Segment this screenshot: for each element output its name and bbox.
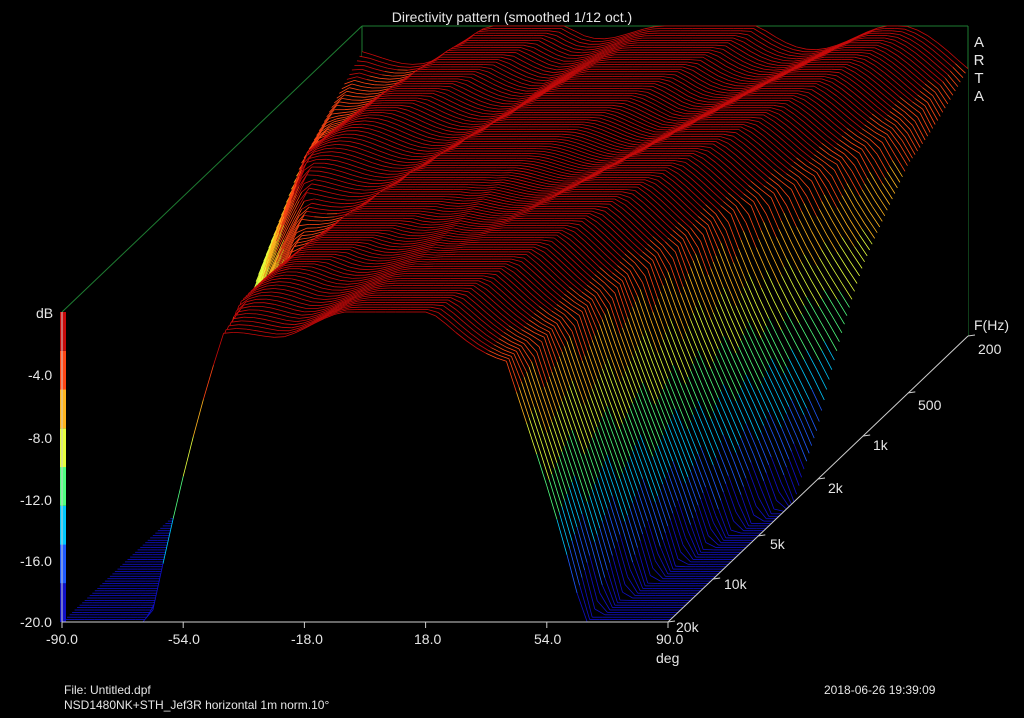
surface-segment xyxy=(447,49,459,51)
surface-segment xyxy=(531,198,542,200)
surface-segment xyxy=(369,104,380,107)
surface-segment xyxy=(407,161,418,163)
surface-segment xyxy=(458,128,469,131)
surface-segment xyxy=(533,150,545,152)
surface-segment xyxy=(493,121,504,123)
surface-segment xyxy=(897,25,908,27)
surface-segment xyxy=(306,174,317,176)
surface-segment xyxy=(331,206,343,208)
surface-segment xyxy=(344,202,355,205)
directivity-chart xyxy=(60,25,976,628)
surface-segment xyxy=(513,204,524,206)
surface-segment xyxy=(806,48,817,51)
surface-segment xyxy=(369,90,380,92)
surface-segment xyxy=(435,142,446,144)
surface-segment xyxy=(680,117,691,119)
surface-segment xyxy=(372,102,383,104)
surface-segment xyxy=(675,131,686,133)
surface-segment xyxy=(346,105,358,107)
surface-segment xyxy=(735,85,746,87)
surface-segment xyxy=(364,189,375,191)
surface-segment xyxy=(445,208,456,210)
surface-segment xyxy=(483,64,494,66)
surface-segment xyxy=(649,30,661,32)
surface-segment xyxy=(392,167,403,169)
surface-segment xyxy=(485,219,497,221)
surface-segment xyxy=(468,184,479,186)
surface-slices xyxy=(62,25,969,623)
surface-segment xyxy=(728,92,739,94)
surface-segment xyxy=(776,67,787,69)
surface-segment xyxy=(526,90,537,92)
surface-segment xyxy=(687,110,698,112)
